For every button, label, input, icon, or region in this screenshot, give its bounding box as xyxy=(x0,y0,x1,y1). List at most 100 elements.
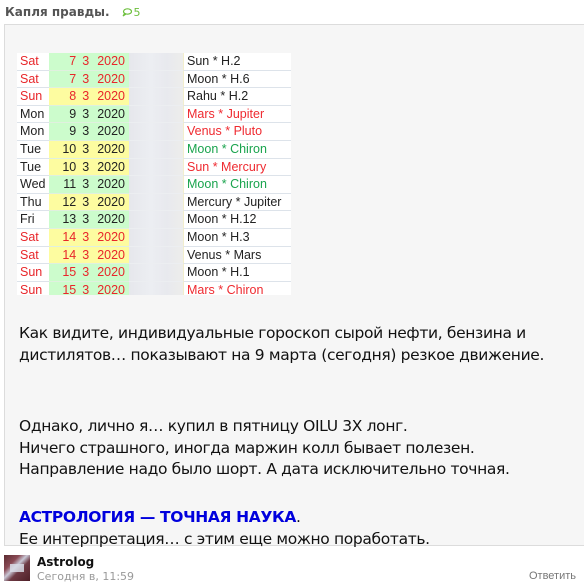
day-cell: Sun xyxy=(17,264,49,282)
aspect-cell: Moon * H.6 xyxy=(183,70,291,89)
aspect-cell: Moon * H.12 xyxy=(183,211,291,229)
astro-table-image: Sat 7 3 2020 Sun * H.2 Sat 7 3 2020 Moon * H.6 Sun… xyxy=(17,53,291,295)
date-day: 7 xyxy=(69,71,77,86)
date-day: 15 xyxy=(62,265,77,280)
date-cell: 9 3 2020 xyxy=(49,105,129,124)
date-day: 12 xyxy=(62,194,77,209)
date-year: 2020 xyxy=(97,106,125,121)
date-day: 10 xyxy=(62,141,77,156)
date-cell: 13 3 2020 xyxy=(49,211,129,229)
date-month: 3 xyxy=(82,177,90,192)
table-row: Mon 9 3 2020 Venus * Pluto xyxy=(17,123,291,141)
day-cell: Sun xyxy=(17,281,49,295)
post-header: Капля правды. 5 xyxy=(5,4,141,20)
date-day: 8 xyxy=(69,89,77,104)
date-year: 2020 xyxy=(97,54,125,68)
table-row: Tue 10 3 2020 Sun * Mercury xyxy=(17,158,291,177)
blurred-cell xyxy=(129,158,183,177)
table-row: Wed 11 3 2020 Moon * Chiron xyxy=(17,176,291,194)
aspect-cell: Sun * H.2 xyxy=(183,53,291,71)
date-day: 9 xyxy=(69,106,77,121)
day-cell: Sat xyxy=(17,228,49,247)
table-row: Thu 12 3 2020 Mercury * Jupiter xyxy=(17,193,291,212)
aspect-cell: Mars * Chiron xyxy=(183,281,291,295)
table-row: Sun 15 3 2020 Mars * Chiron xyxy=(17,281,291,295)
aspect-cell: Venus * Pluto xyxy=(183,123,291,141)
day-cell: Thu xyxy=(17,193,49,212)
blurred-cell xyxy=(129,53,183,71)
aspect-cell: Venus * Mars xyxy=(183,246,291,265)
date-year: 2020 xyxy=(97,194,125,209)
aspect-cell: Rahu * H.2 xyxy=(183,88,291,106)
date-cell: 10 3 2020 xyxy=(49,140,129,159)
blurred-cell xyxy=(129,123,183,141)
date-year: 2020 xyxy=(97,124,125,139)
table-row: Sat 14 3 2020 Moon * H.3 xyxy=(17,228,291,247)
comment-count: 5 xyxy=(133,5,141,19)
day-cell: Mon xyxy=(17,105,49,124)
author-name[interactable]: Astrolog xyxy=(37,555,94,569)
blurred-cell xyxy=(129,70,183,89)
date-cell: 10 3 2020 xyxy=(49,158,129,177)
avatar[interactable] xyxy=(4,555,30,581)
paragraph-line: дистилятов… показывают на 9 марта (сегод… xyxy=(19,345,545,364)
date-day: 14 xyxy=(62,229,77,244)
date-year: 2020 xyxy=(97,159,125,174)
blurred-cell xyxy=(129,281,183,295)
date-cell: 15 3 2020 xyxy=(49,264,129,282)
day-cell: Fri xyxy=(17,211,49,229)
date-cell: 15 3 2020 xyxy=(49,281,129,295)
day-cell: Tue xyxy=(17,140,49,159)
paragraph-3: АСТРОЛОГИЯ — ТОЧНАЯ НАУКА. Ее интерпрета… xyxy=(19,507,430,550)
paragraph-line: Ничего страшного, иногда маржин колл быв… xyxy=(19,438,475,457)
date-year: 2020 xyxy=(97,229,125,244)
day-cell: Tue xyxy=(17,158,49,177)
table-row: Sun 15 3 2020 Moon * H.1 xyxy=(17,264,291,282)
date-cell: 7 3 2020 xyxy=(49,53,129,71)
paragraph-line: Ее интерпретация… с этим еще можно пораб… xyxy=(19,529,430,548)
date-month: 3 xyxy=(82,159,90,174)
blurred-cell xyxy=(129,140,183,159)
date-year: 2020 xyxy=(97,71,125,86)
day-cell: Sat xyxy=(17,53,49,71)
date-day: 9 xyxy=(69,124,77,139)
date-month: 3 xyxy=(82,124,90,139)
reply-button[interactable]: Ответить xyxy=(529,570,576,582)
paragraph-line: Как видите, индивидуальные гороскоп сыро… xyxy=(19,324,526,342)
aspect-cell: Moon * H.3 xyxy=(183,228,291,247)
blurred-cell xyxy=(129,105,183,124)
post-time: Сегодня в, 11:59 xyxy=(37,570,135,583)
date-cell: 9 3 2020 xyxy=(49,123,129,141)
table-row: Tue 10 3 2020 Moon * Chiron xyxy=(17,140,291,159)
date-month: 3 xyxy=(82,194,90,209)
table-row: Mon 9 3 2020 Mars * Jupiter xyxy=(17,105,291,124)
date-year: 2020 xyxy=(97,247,125,262)
date-month: 3 xyxy=(82,71,90,86)
date-day: 11 xyxy=(63,177,77,192)
day-cell: Sun xyxy=(17,88,49,106)
aspect-cell: Mars * Jupiter xyxy=(183,105,291,124)
date-cell: 14 3 2020 xyxy=(49,246,129,265)
speech-bubble-icon xyxy=(122,7,132,16)
blurred-cell xyxy=(129,264,183,282)
date-day: 13 xyxy=(62,212,77,227)
date-month: 3 xyxy=(82,141,90,156)
aspect-cell: Mercury * Jupiter xyxy=(183,193,291,212)
post-title[interactable]: Капля правды. xyxy=(5,5,110,19)
date-year: 2020 xyxy=(97,141,125,156)
date-month: 3 xyxy=(82,247,90,262)
date-month: 3 xyxy=(82,265,90,280)
date-year: 2020 xyxy=(97,177,125,192)
date-cell: 14 3 2020 xyxy=(49,228,129,247)
paragraph-1: Как видите, индивидуальные гороскоп сыро… xyxy=(19,323,544,366)
date-year: 2020 xyxy=(97,282,125,295)
date-day: 10 xyxy=(62,159,77,174)
comments-link[interactable]: 5 xyxy=(122,6,141,19)
post-body: Sat 7 3 2020 Sun * H.2 Sat 7 3 2020 Moon * H.6 Sun… xyxy=(4,24,584,548)
date-month: 3 xyxy=(82,282,90,295)
date-month: 3 xyxy=(82,106,90,121)
blurred-cell xyxy=(129,88,183,106)
day-cell: Mon xyxy=(17,123,49,141)
date-day: 7 xyxy=(69,54,77,68)
day-cell: Sat xyxy=(17,70,49,89)
